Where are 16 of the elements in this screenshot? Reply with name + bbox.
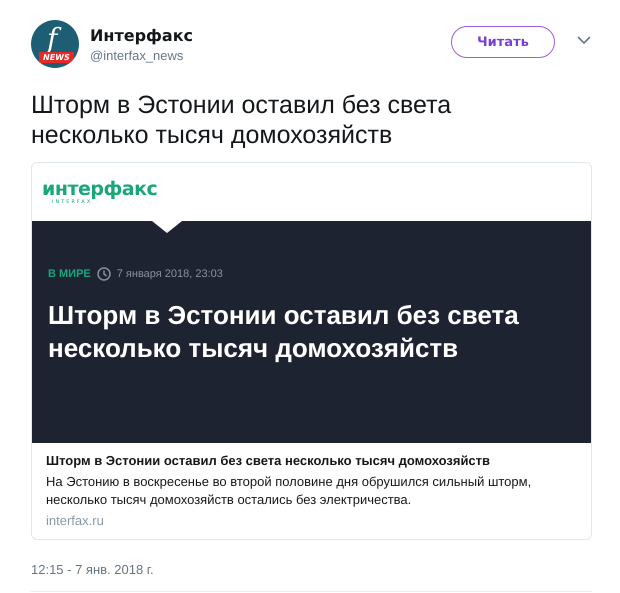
author-handle[interactable]: @interfax_news [90, 48, 451, 62]
avatar-badge: NEWS [39, 52, 74, 63]
chevron-down-icon[interactable] [577, 36, 591, 44]
tweet-text: Шторм в Эстонии оставил без света несколько тысяч домохозяйств [31, 90, 452, 150]
card-headline: Шторм в Эстонии оставил без света несколько тысяч домохозяйств [48, 299, 520, 365]
timestamp[interactable]: 12:15 - 7 янв. 2018 г. [31, 562, 154, 577]
card-title: Шторм в Эстонии оставил без света несколько тысяч домохозяйств [46, 453, 492, 468]
notch-icon [152, 221, 182, 233]
author-name[interactable]: Интерфакс [90, 26, 451, 44]
card-description: На Эстонию в воскресенье во второй половине дня обрушился сильный шторм, несколько тысяч домохозяйств остались без электричества. [46, 473, 532, 509]
link-card[interactable] [31, 162, 592, 540]
clock-icon [96, 267, 111, 281]
category-label: В МИРЕ [48, 268, 91, 280]
date-label: 7 января 2018, 23:03 [116, 268, 223, 280]
follow-button[interactable]: Читать [451, 26, 555, 58]
card-domain: interfax.ru [46, 513, 105, 528]
